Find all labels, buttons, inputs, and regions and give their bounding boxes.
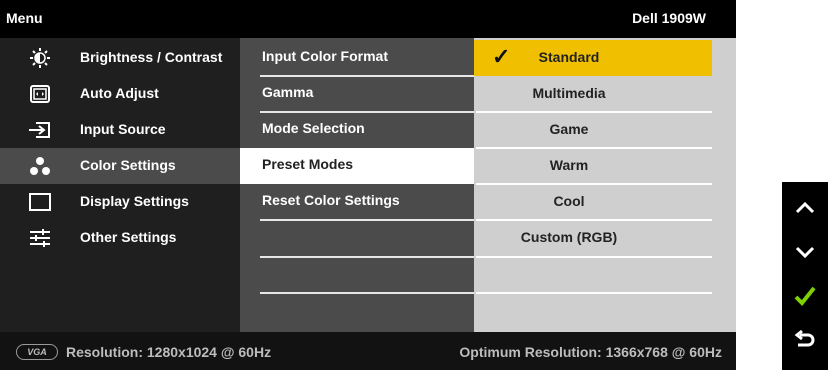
down-button[interactable]	[782, 230, 828, 274]
divider	[260, 292, 474, 294]
submenu-item-gamma[interactable]: Gamma	[240, 76, 474, 112]
auto-adjust-icon	[28, 84, 52, 104]
submenu-item-input-color-format[interactable]: Input Color Format	[240, 40, 474, 76]
other-settings-icon	[28, 228, 52, 248]
sidebar-item-label: Display Settings	[80, 193, 189, 209]
sidebar-item-label: Brightness / Contrast	[80, 49, 223, 65]
sidebar-item-brightness-contrast[interactable]: Brightness / Contrast	[0, 40, 240, 76]
confirm-button[interactable]	[782, 274, 828, 318]
sidebar-item-color-settings[interactable]: Color Settings	[0, 148, 240, 184]
option-label: Warm	[549, 157, 589, 173]
up-arrow-icon	[795, 201, 815, 214]
status-bar: VGA Resolution: 1280x1024 @ 60Hz Optimum…	[0, 332, 736, 370]
option-label: Custom (RGB)	[520, 229, 618, 245]
option-multimedia[interactable]: Multimedia	[474, 76, 736, 112]
display-settings-icon	[28, 192, 52, 212]
osd-menu: Menu Dell 1909W Brightness / Contrast Au…	[0, 0, 736, 370]
option-label: Cool	[553, 193, 585, 209]
osd-header: Menu Dell 1909W	[0, 0, 736, 38]
submenu-item-label: Input Color Format	[262, 48, 388, 64]
divider	[260, 219, 474, 221]
sidebar-item-input-source[interactable]: Input Source	[0, 112, 240, 148]
divider	[476, 292, 712, 294]
submenu: Input Color Format Gamma Mode Selection …	[240, 38, 474, 332]
sidebar-item-display-settings[interactable]: Display Settings	[0, 184, 240, 220]
color-settings-icon	[28, 156, 52, 176]
submenu-item-label: Reset Color Settings	[262, 192, 400, 208]
model-name: Dell 1909W	[632, 10, 706, 26]
options-list: ✓ Standard Multimedia Game Warm Cool Cus…	[474, 38, 736, 332]
sidebar-item-label: Other Settings	[80, 229, 177, 245]
option-custom-rgb[interactable]: Custom (RGB)	[474, 220, 736, 256]
submenu-item-label: Gamma	[262, 84, 314, 100]
option-label: Game	[549, 121, 589, 137]
monitor-buttons	[782, 182, 828, 370]
back-button[interactable]	[782, 318, 828, 362]
back-icon	[794, 329, 815, 347]
option-standard[interactable]: ✓ Standard	[474, 40, 712, 76]
current-resolution: Resolution: 1280x1024 @ 60Hz	[66, 344, 272, 360]
submenu-item-mode-selection[interactable]: Mode Selection	[240, 112, 474, 148]
sidebar-item-other-settings[interactable]: Other Settings	[0, 220, 240, 256]
option-warm[interactable]: Warm	[474, 148, 736, 184]
submenu-item-label: Preset Modes	[262, 156, 354, 172]
optimum-resolution: Optimum Resolution: 1366x768 @ 60Hz	[459, 344, 722, 360]
sidebar-item-label: Color Settings	[80, 157, 176, 173]
input-source-icon	[28, 120, 52, 140]
brightness-icon	[28, 48, 52, 68]
down-arrow-icon	[795, 246, 815, 259]
up-button[interactable]	[782, 186, 828, 230]
sidebar-item-label: Input Source	[80, 121, 166, 137]
option-game[interactable]: Game	[474, 112, 736, 148]
input-badge: VGA	[16, 344, 58, 360]
submenu-item-reset-color-settings[interactable]: Reset Color Settings	[240, 184, 474, 220]
option-label: Standard	[538, 49, 600, 65]
option-cool[interactable]: Cool	[474, 184, 736, 220]
sidebar: Brightness / Contrast Auto Adjust Input …	[0, 38, 240, 332]
check-icon	[794, 286, 816, 306]
sidebar-item-auto-adjust[interactable]: Auto Adjust	[0, 76, 240, 112]
option-label: Multimedia	[532, 85, 606, 101]
divider	[476, 256, 712, 258]
submenu-item-preset-modes[interactable]: Preset Modes	[240, 148, 474, 184]
menu-title: Menu	[6, 10, 43, 26]
submenu-item-label: Mode Selection	[262, 120, 365, 136]
divider	[260, 256, 474, 258]
sidebar-item-label: Auto Adjust	[80, 85, 159, 101]
